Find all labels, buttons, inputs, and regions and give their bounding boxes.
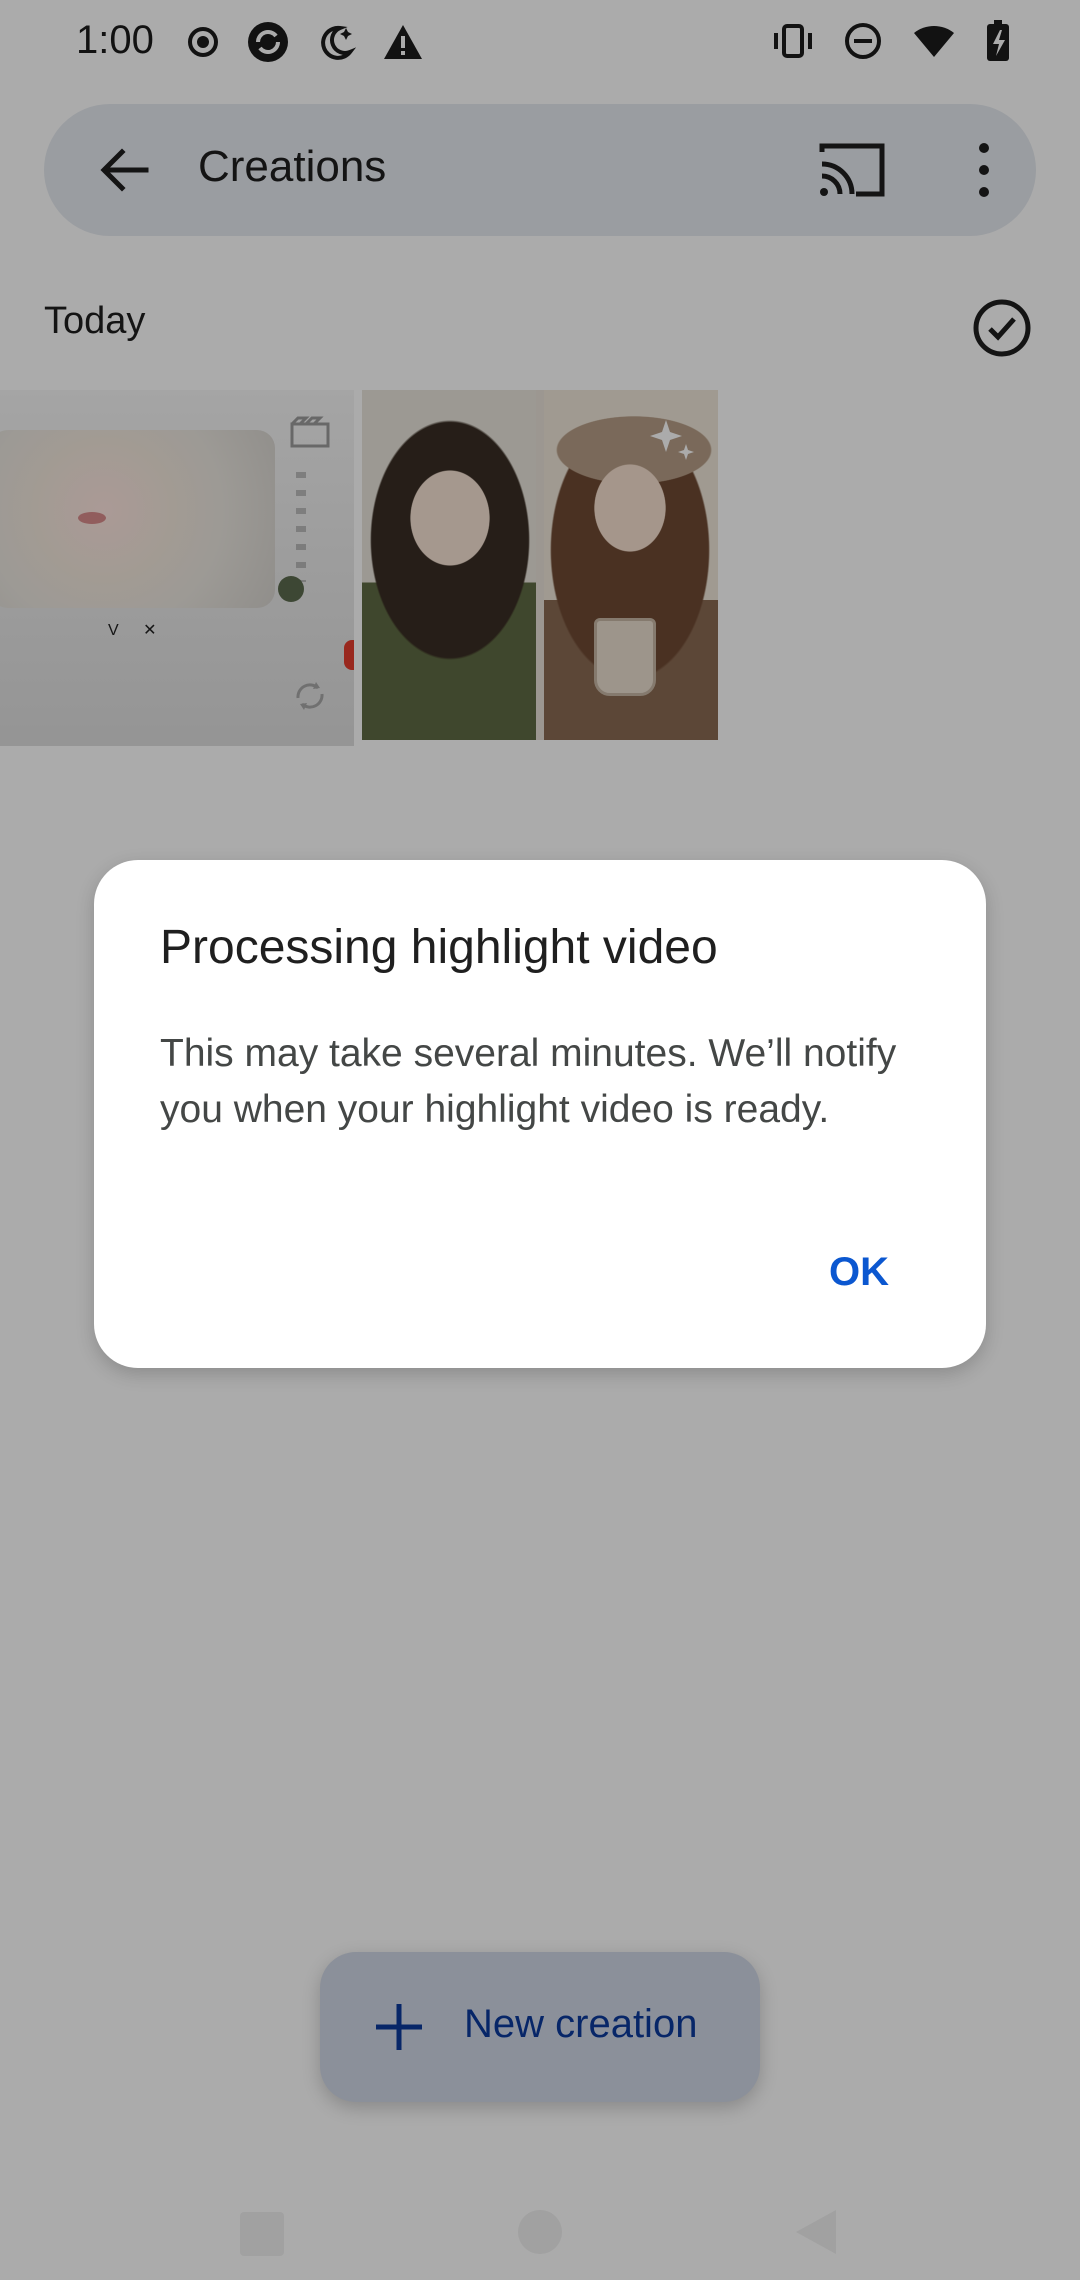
- dialog-message: This may take several minutes. We’ll not…: [160, 1032, 897, 1131]
- creations-screen: 1:00 Creations Today V ✕ New creation Pr…: [0, 0, 1080, 2280]
- processing-dialog: Processing highlight video This may take…: [94, 860, 986, 1368]
- dialog-title: Processing highlight video: [160, 921, 718, 974]
- ok-button[interactable]: OK: [794, 1232, 924, 1312]
